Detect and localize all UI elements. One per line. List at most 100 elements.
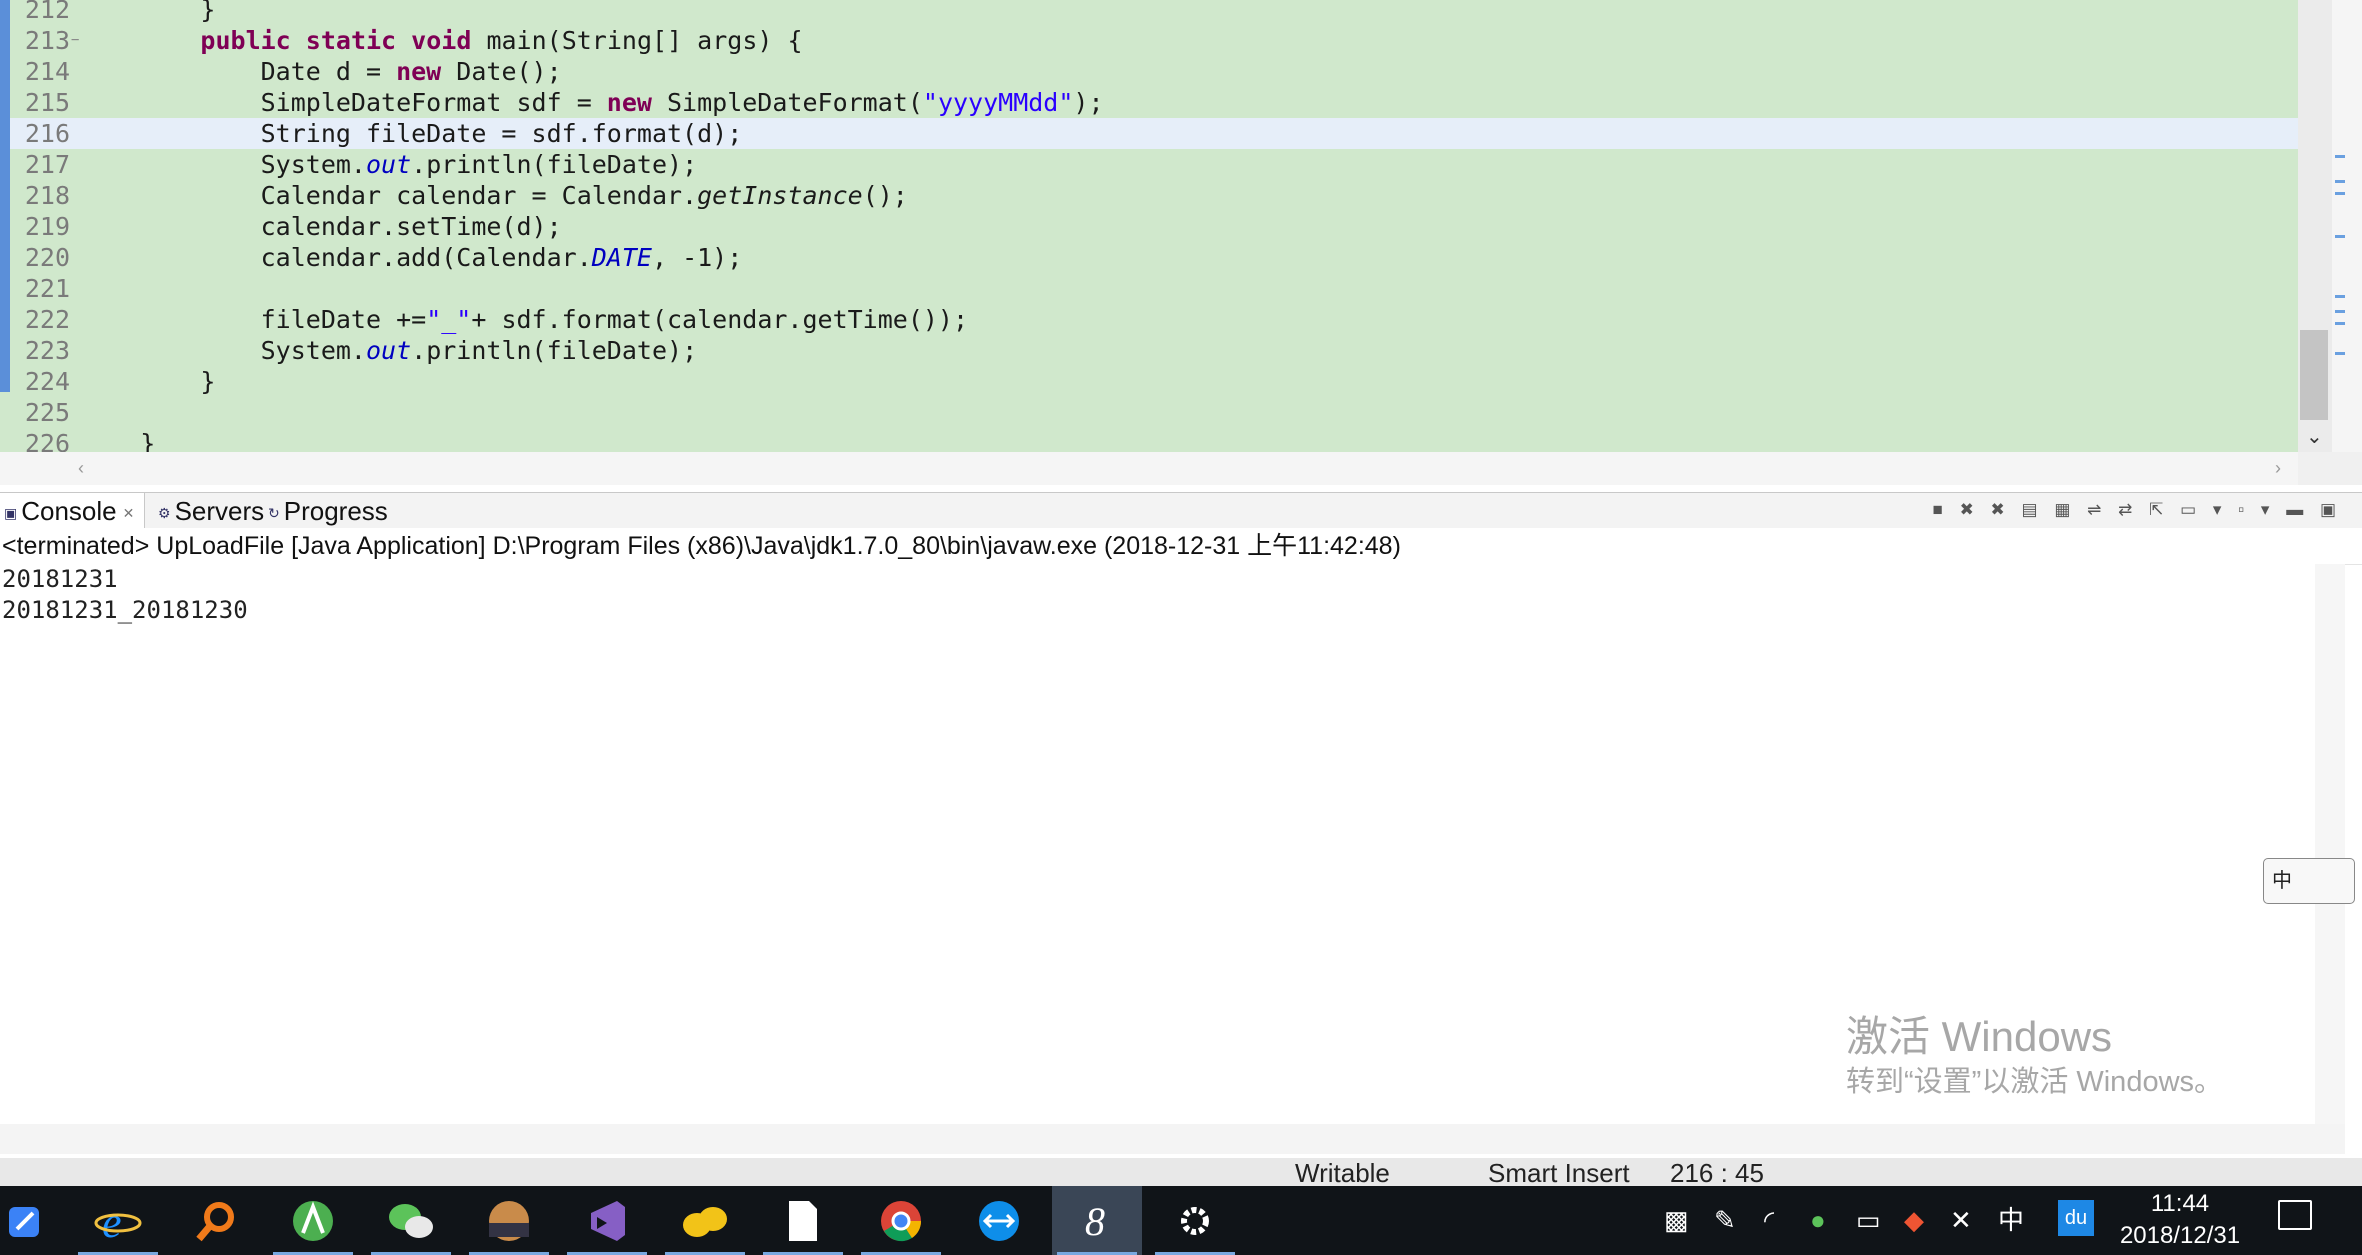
tab-servers[interactable]: ⚙ Servers: [158, 493, 268, 529]
onedrive-icon[interactable]: ▩: [1664, 1186, 1689, 1255]
code-line[interactable]: 215 SimpleDateFormat sdf = new SimpleDat…: [10, 87, 2298, 118]
tab-label: Servers: [174, 496, 265, 526]
console-process-header: <terminated> UpLoadFile [Java Applicatio…: [0, 528, 2362, 565]
code-token: new: [606, 88, 652, 117]
system-clock[interactable]: 11:44 2018/12/31: [2100, 1188, 2260, 1252]
qq-icon[interactable]: ◆: [1904, 1186, 1924, 1255]
overview-marker[interactable]: [2335, 322, 2345, 325]
scroll-right-icon[interactable]: ›: [2275, 458, 2281, 479]
battery-icon[interactable]: ▭: [1856, 1186, 1881, 1255]
code-token: calendar.add(Calendar.: [80, 243, 592, 272]
code-text: calendar.setTime(d);: [80, 211, 562, 242]
ie-icon[interactable]: e: [73, 1186, 163, 1255]
code-line[interactable]: 216 String fileDate = sdf.format(d);: [10, 118, 2298, 149]
editor-horizontal-scrollbar[interactable]: [0, 452, 2298, 485]
close-icon[interactable]: ✕: [123, 505, 135, 521]
line-number: 224: [24, 367, 70, 396]
search-tool-icon[interactable]: [170, 1186, 260, 1255]
code-token: out: [365, 150, 412, 179]
code-text: System.out.println(fileDate);: [80, 149, 698, 180]
dropdown-icon[interactable]: ▾: [2213, 500, 2228, 519]
open-console-icon[interactable]: ▫: [2238, 500, 2250, 519]
fold-icon[interactable]: −: [71, 25, 79, 56]
code-line[interactable]: 220 calendar.add(Calendar.DATE, -1);: [10, 242, 2298, 273]
console-vertical-scrollbar[interactable]: [2315, 564, 2345, 1124]
action-center-icon[interactable]: [2278, 1200, 2312, 1230]
editor-scroll-thumb[interactable]: [2300, 330, 2328, 420]
view-menu-icon[interactable]: ▾: [2261, 500, 2276, 519]
wifi-icon[interactable]: ◜: [1764, 1186, 1774, 1255]
display-console-icon[interactable]: ▭: [2180, 500, 2202, 519]
visual-studio-icon[interactable]: [562, 1186, 652, 1255]
code-token: Date d =: [80, 57, 397, 86]
code-token: out: [365, 336, 412, 365]
scroll-left-icon[interactable]: ‹: [78, 458, 84, 479]
console-horizontal-scrollbar[interactable]: [0, 1124, 2345, 1154]
overview-marker[interactable]: [2335, 192, 2345, 195]
code-line[interactable]: 223 System.out.println(fileDate);: [10, 335, 2298, 366]
code-token: new: [396, 57, 442, 86]
document-icon[interactable]: [758, 1186, 848, 1255]
baidu-icon[interactable]: du: [2058, 1200, 2094, 1236]
svg-text:8: 8: [1085, 1199, 1105, 1244]
overview-marker[interactable]: [2335, 235, 2345, 238]
code-line[interactable]: 219 calendar.setTime(d);: [10, 211, 2298, 242]
settings-icon[interactable]: [1150, 1186, 1240, 1255]
code-editor[interactable]: 212 } 213− public static void main(String…: [0, 0, 2362, 485]
line-number: 225: [24, 398, 70, 427]
yellow-app-icon[interactable]: [660, 1186, 750, 1255]
scroll-lock-icon[interactable]: ▦: [2054, 500, 2076, 519]
volume-muted-icon[interactable]: ✕: [1950, 1186, 1972, 1255]
overview-marker[interactable]: [2335, 295, 2345, 298]
remove-all-icon[interactable]: ✖: [1991, 500, 2011, 519]
progress-icon: ↻: [268, 505, 280, 522]
ime-floating-indicator[interactable]: 中: [2263, 858, 2355, 904]
code-line[interactable]: 217 System.out.println(fileDate);: [10, 149, 2298, 180]
tab-label: Console: [21, 496, 117, 526]
code-line[interactable]: 222 fileDate +="_"+ sdf.format(calendar.…: [10, 304, 2298, 335]
code-line[interactable]: 221: [10, 273, 2298, 304]
chrome-icon[interactable]: [856, 1186, 946, 1255]
android-studio-icon[interactable]: [268, 1186, 358, 1255]
tab-console[interactable]: ▣ Console ✕: [0, 493, 145, 529]
wechat-icon[interactable]: [366, 1186, 456, 1255]
minimize-icon[interactable]: ▬: [2286, 500, 2309, 519]
code-token: static: [305, 26, 397, 55]
code-line[interactable]: 224 }: [10, 366, 2298, 397]
photo-icon[interactable]: [464, 1186, 554, 1255]
code-line[interactable]: 225: [10, 397, 2298, 428]
code-text: System.out.println(fileDate);: [80, 335, 698, 366]
code-line[interactable]: 214 Date d = new Date();: [10, 56, 2298, 87]
code-line[interactable]: 212 }: [10, 0, 2298, 25]
terminate-icon[interactable]: ■: [1933, 500, 1949, 519]
code-line[interactable]: 218 Calendar calendar = Calendar.getInst…: [10, 180, 2298, 211]
line-number: 222: [24, 305, 70, 334]
word-wrap-icon[interactable]: ⇌: [2087, 500, 2107, 519]
editor-vertical-scrollbar[interactable]: [2298, 0, 2332, 452]
ime-tray-label[interactable]: 中: [1998, 1186, 2024, 1255]
code-token: System.: [80, 150, 366, 179]
line-number: 221: [24, 274, 70, 303]
ime-mode-label: 中: [2272, 870, 2292, 892]
scroll-down-icon[interactable]: ⌄: [2306, 424, 2323, 449]
code-line[interactable]: 213− public static void main(String[] ar…: [10, 25, 2298, 56]
overview-marker[interactable]: [2335, 352, 2345, 355]
clear-console-icon[interactable]: ▤: [2022, 500, 2044, 519]
maximize-icon[interactable]: ▣: [2320, 500, 2342, 519]
notes-tray-icon[interactable]: ✎: [1714, 1186, 1736, 1255]
teamviewer-icon[interactable]: [954, 1186, 1044, 1255]
overview-marker[interactable]: [2335, 155, 2345, 158]
overview-marker[interactable]: [2335, 180, 2345, 183]
notes-icon[interactable]: [0, 1186, 50, 1255]
show-on-output-icon[interactable]: ⇄: [2118, 500, 2138, 519]
eclipse-icon[interactable]: 8: [1052, 1186, 1142, 1255]
overview-ruler[interactable]: [2332, 0, 2362, 452]
code-line[interactable]: 226 }: [10, 428, 2298, 452]
pin-console-icon[interactable]: ⇱: [2149, 500, 2169, 519]
tab-progress[interactable]: ↻ Progress: [268, 493, 398, 529]
remove-launch-icon[interactable]: ✖: [1960, 500, 1980, 519]
overview-marker[interactable]: [2335, 310, 2345, 313]
code-area[interactable]: 212 } 213− public static void main(String…: [0, 0, 2298, 452]
wechat-tray-icon[interactable]: ●: [1810, 1186, 1826, 1255]
